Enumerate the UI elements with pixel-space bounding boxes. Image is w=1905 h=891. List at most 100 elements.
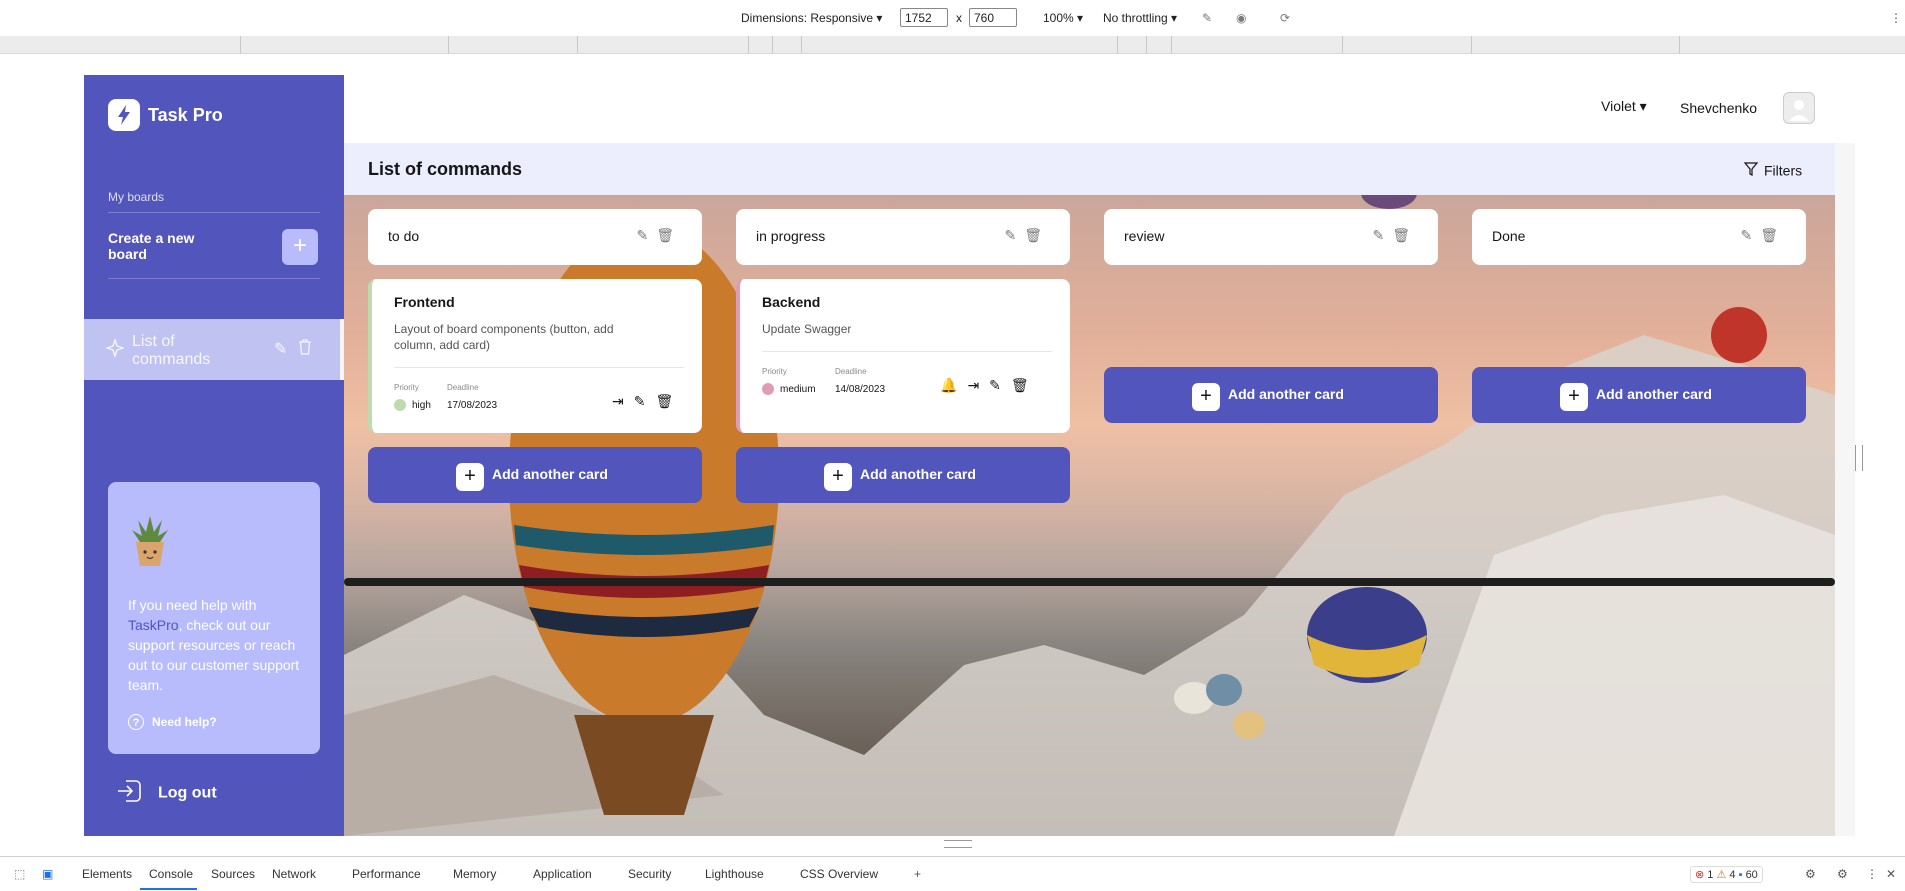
issues-badge[interactable]: ⊗ 1 ⚠ 4 ▪ 60 — [1690, 866, 1763, 883]
sidebar: Task Pro My boards Create a new board + … — [84, 75, 344, 836]
task-card[interactable]: Frontend Layout of board components (but… — [368, 279, 702, 433]
edit-card-icon[interactable]: ✎ — [634, 393, 656, 409]
filters-button[interactable]: Filters — [1743, 161, 1803, 179]
logout-button[interactable]: Log out — [114, 775, 217, 812]
need-help-button[interactable]: ? Need help? — [128, 714, 217, 730]
column-header: in progress ✎🗑 — [736, 209, 1070, 265]
sidebar-item-list-of-commands[interactable]: List of commands ✎ — [84, 319, 344, 380]
plus-icon: + — [456, 463, 484, 491]
add-card-label: Add another card — [860, 466, 976, 482]
create-board-label: Create a new board — [108, 230, 195, 262]
tab-network[interactable]: Network — [272, 867, 316, 881]
add-card-button[interactable]: + Add another card — [1104, 367, 1438, 423]
error-icon: ⊗ — [1695, 869, 1705, 881]
add-card-button[interactable]: + Add another card — [736, 447, 1070, 503]
move-card-icon[interactable]: ⇥ — [967, 377, 989, 393]
help-text: If you need help with TaskPro, check out… — [128, 595, 308, 695]
help-text-part: If you need help with — [128, 597, 257, 613]
divider — [108, 212, 320, 213]
extensions-icon[interactable]: ⚙ — [1805, 867, 1816, 881]
zoom-dropdown[interactable]: 100% ▾ — [1043, 11, 1083, 25]
sensors-icon[interactable]: ✎ — [1202, 11, 1212, 25]
edit-column-icon[interactable]: ✎ — [1004, 227, 1024, 243]
throttling-dropdown[interactable]: No throttling ▾ — [1103, 11, 1177, 25]
column-header: review ✎🗑 — [1104, 209, 1438, 265]
delete-column-icon[interactable]: 🗑 — [1024, 227, 1050, 243]
delete-column-icon[interactable]: 🗑 — [1392, 227, 1418, 243]
edit-board-icon[interactable]: ✎ — [274, 339, 287, 359]
rotate-icon[interactable]: ⟳ — [1280, 11, 1290, 25]
add-card-label: Add another card — [1596, 386, 1712, 402]
delete-column-icon[interactable]: 🗑 — [1760, 227, 1786, 243]
edit-column-icon[interactable]: ✎ — [1740, 227, 1760, 243]
theme-select[interactable]: Violet ▾ — [1601, 98, 1647, 115]
chevron-down-icon: ▾ — [1639, 98, 1647, 114]
delete-board-icon[interactable] — [298, 339, 312, 360]
add-card-button[interactable]: + Add another card — [368, 447, 702, 503]
device-toggle-icon[interactable]: ▣ — [42, 867, 53, 881]
bottom-resize-handle[interactable] — [944, 840, 972, 848]
delete-card-icon[interactable]: 🗑 — [1011, 377, 1039, 393]
add-card-label: Add another card — [492, 466, 608, 482]
help-card: If you need help with TaskPro, check out… — [108, 482, 320, 754]
tab-css-overview[interactable]: CSS Overview — [800, 867, 878, 881]
more-options-icon[interactable]: ⋮ — [1890, 11, 1902, 25]
tab-security[interactable]: Security — [628, 867, 671, 881]
bell-icon: 🔔 — [940, 377, 968, 393]
resize-handle[interactable] — [1855, 445, 1863, 471]
plus-icon: + — [1192, 383, 1220, 411]
sidebar-item-label: List of commands — [132, 333, 211, 368]
avatar[interactable] — [1783, 92, 1815, 124]
plus-icon: + — [1560, 383, 1588, 411]
question-icon: ? — [128, 714, 144, 730]
add-card-label: Add another card — [1228, 386, 1344, 402]
more-icon[interactable]: ⋮ — [1866, 867, 1878, 881]
help-brand-link[interactable]: TaskPro — [128, 617, 179, 633]
board-title: List of commands — [368, 159, 523, 179]
tab-memory[interactable]: Memory — [453, 867, 496, 881]
delete-column-icon[interactable]: 🗑 — [656, 227, 682, 243]
warning-count: 4 — [1729, 869, 1736, 881]
deadline-value: 17/08/2023 — [447, 400, 498, 411]
column-title: review — [1124, 228, 1165, 244]
sparkle-icon — [104, 337, 126, 362]
filter-icon — [1743, 162, 1759, 179]
inspect-icon[interactable]: ⬚ — [14, 867, 25, 881]
card-title: Backend — [762, 294, 821, 310]
priority-dot — [762, 383, 774, 395]
add-card-button[interactable]: + Add another card — [1472, 367, 1806, 423]
create-board-button[interactable]: + — [282, 229, 318, 265]
edit-card-icon[interactable]: ✎ — [989, 377, 1011, 393]
delete-card-icon[interactable]: 🗑 — [655, 393, 683, 409]
deadline-label: Deadline — [835, 367, 867, 376]
edit-column-icon[interactable]: ✎ — [1372, 227, 1392, 243]
dimension-separator: x — [956, 11, 962, 25]
tab-sources[interactable]: Sources — [211, 867, 255, 881]
tab-console[interactable]: Console — [149, 867, 193, 881]
card-description: Layout of board components (button, add … — [394, 322, 614, 352]
tab-application[interactable]: Application — [533, 867, 592, 881]
viewport-height-input[interactable]: 760 — [969, 8, 1017, 27]
filters-label: Filters — [1764, 162, 1803, 179]
dimensions-label: Dimensions: Responsive — [741, 11, 874, 25]
message-icon: ▪ — [1738, 869, 1743, 881]
need-help-label: Need help? — [152, 715, 217, 729]
logout-label: Log out — [158, 784, 217, 802]
dimensions-dropdown[interactable]: Dimensions: Responsive ▾ — [741, 11, 882, 25]
eye-icon[interactable]: ◉ — [1236, 11, 1246, 25]
board: List of commands Filters to do ✎🗑 in pro… — [344, 143, 1835, 836]
viewport-width-input[interactable]: 1752 — [900, 8, 948, 27]
close-icon[interactable]: ✕ — [1886, 867, 1896, 881]
tab-lighthouse[interactable]: Lighthouse — [705, 867, 764, 881]
task-card[interactable]: Backend Update Swagger Priority medium D… — [736, 279, 1070, 433]
edit-column-icon[interactable]: ✎ — [636, 227, 656, 243]
move-card-icon[interactable]: ⇥ — [612, 393, 634, 409]
settings-icon[interactable]: ⚙ — [1837, 867, 1848, 881]
tab-performance[interactable]: Performance — [352, 867, 421, 881]
warning-icon: ⚠ — [1716, 869, 1727, 881]
deadline-label: Deadline — [447, 383, 479, 392]
horizontal-scrollbar[interactable] — [344, 578, 1835, 586]
tab-elements[interactable]: Elements — [82, 867, 132, 881]
add-tab-icon[interactable]: + — [914, 867, 921, 881]
logout-icon — [114, 775, 146, 812]
